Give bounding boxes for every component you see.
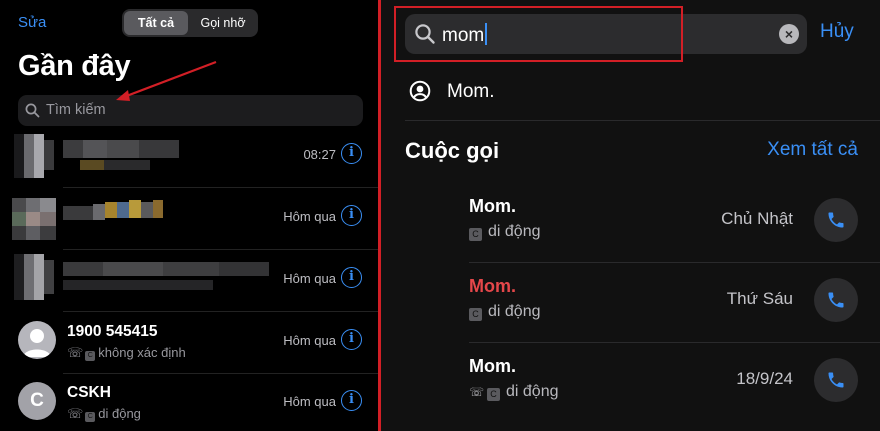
phone-icon — [828, 372, 844, 388]
call-subtitle: Cdi động — [469, 303, 541, 321]
page-title: Gần đây — [18, 50, 131, 82]
call-contact-name: Mom. — [469, 356, 516, 376]
phone-icon — [828, 212, 844, 228]
call-subtitle: ☏ Cdi động — [67, 406, 141, 422]
call-subtitle: Cdi động — [469, 223, 541, 241]
pixelated-avatar — [14, 254, 54, 300]
call-contact-name: Mom. — [469, 276, 516, 296]
info-icon[interactable]: i — [341, 267, 362, 288]
pixelated-name — [63, 200, 163, 222]
section-separator — [405, 120, 880, 121]
see-all-link[interactable]: Xem tất cả — [767, 139, 858, 161]
segment-all[interactable]: Tất cả — [124, 11, 188, 35]
pixelated-name — [63, 140, 179, 158]
pixelated-sub — [63, 280, 213, 290]
recent-call-row[interactable]: C CSKH ☏ Cdi động Hôm qua i — [0, 373, 378, 431]
call-button[interactable] — [814, 198, 858, 242]
sim-tag-icon: C — [85, 351, 96, 361]
person-circle-icon — [409, 80, 431, 102]
recent-call-row[interactable]: 1900 545415 ☏ Ckhông xác định Hôm qua i — [0, 312, 378, 374]
call-result-row[interactable]: Mom. Cdi động Thứ Sáu — [381, 262, 880, 342]
call-time: Hôm qua — [283, 271, 336, 286]
recent-call-row[interactable]: Hôm qua i — [0, 188, 378, 250]
call-date: Chủ Nhật — [721, 209, 793, 228]
edit-button[interactable]: Sửa — [18, 14, 46, 31]
call-result-row[interactable]: Mom. ☏ Cdi động 18/9/24 — [381, 342, 880, 422]
recent-call-row[interactable]: Hôm qua i — [0, 250, 378, 312]
person-silhouette-icon — [23, 329, 51, 357]
pixelated-avatar — [12, 198, 56, 240]
sim-tag-icon: C — [469, 228, 482, 241]
call-type: di động — [506, 383, 559, 400]
search-results-pane: mom × Hủy Mom. Cuộc gọi Xem tất cả Mom. … — [381, 0, 880, 431]
outgoing-call-icon: ☏ — [67, 406, 84, 421]
avatar — [18, 321, 56, 359]
call-time: Hôm qua — [283, 333, 336, 348]
call-date: 18/9/24 — [736, 369, 793, 388]
outgoing-call-icon: ☏ — [469, 385, 485, 399]
call-result-row[interactable]: Mom. Cdi động Chủ Nhật — [381, 182, 880, 262]
phone-icon — [828, 292, 844, 308]
recents-pane: Sửa Tất cả Gọi nhỡ Gần đây Tìm kiếm 08:2… — [0, 0, 378, 431]
call-type: di động — [98, 406, 141, 421]
contact-result[interactable]: Mom. — [405, 78, 875, 108]
contact-name: 1900 545415 — [67, 323, 158, 340]
sim-tag-icon: C — [487, 388, 500, 401]
pixelated-sub — [80, 160, 150, 170]
call-subtitle: ☏ Ckhông xác định — [67, 345, 186, 361]
call-time: 08:27 — [303, 147, 336, 162]
avatar: C — [18, 382, 56, 420]
sim-tag-icon: C — [85, 412, 96, 422]
info-icon[interactable]: i — [341, 205, 362, 226]
sim-tag-icon: C — [469, 308, 482, 321]
call-button[interactable] — [814, 278, 858, 322]
section-title: Cuộc gọi — [405, 138, 500, 163]
filter-segmented-control: Tất cả Gọi nhỡ — [122, 9, 258, 37]
call-time: Hôm qua — [283, 209, 336, 224]
search-field[interactable]: Tìm kiếm — [18, 95, 363, 126]
search-placeholder: Tìm kiếm — [46, 102, 106, 118]
pixelated-avatar — [14, 134, 54, 178]
contact-name: Mom. — [447, 81, 495, 102]
call-time: Hôm qua — [283, 394, 336, 409]
clear-icon[interactable]: × — [779, 24, 799, 44]
segment-missed[interactable]: Gọi nhỡ — [190, 11, 256, 35]
call-type: không xác định — [98, 345, 186, 360]
call-button[interactable] — [814, 358, 858, 402]
call-subtitle: ☏ Cdi động — [469, 383, 559, 401]
highlight-box — [394, 6, 683, 62]
call-contact-name: Mom. — [469, 196, 516, 216]
info-icon[interactable]: i — [341, 143, 362, 164]
recent-call-row[interactable]: 08:27 i — [0, 126, 378, 188]
search-icon — [25, 103, 40, 118]
call-type: di động — [488, 223, 541, 240]
info-icon[interactable]: i — [341, 329, 362, 350]
pixelated-name — [63, 262, 269, 276]
call-date: Thứ Sáu — [726, 289, 793, 308]
contact-name: CSKH — [67, 384, 111, 401]
call-type: di động — [488, 303, 541, 320]
info-icon[interactable]: i — [341, 390, 362, 411]
outgoing-call-icon: ☏ — [67, 345, 84, 360]
cancel-button[interactable]: Hủy — [820, 21, 854, 43]
